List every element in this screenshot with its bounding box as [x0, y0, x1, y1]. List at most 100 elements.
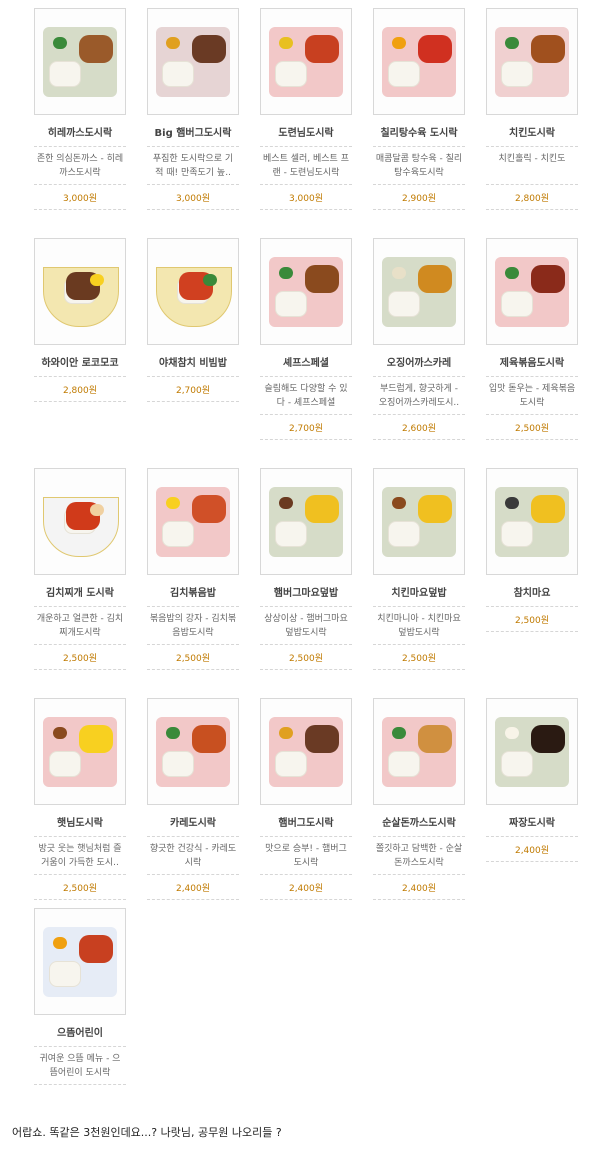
menu-item-card[interactable]: 햄버그마요덮밥 상상이상 - 햄버그마요덮밥도시락 2,500원 — [260, 468, 352, 670]
menu-item-description: 볶음밥의 강자 - 김치볶음밥도시락 — [147, 607, 239, 645]
main-dish-shape — [192, 725, 226, 753]
menu-item-price: 2,400원 — [147, 875, 239, 900]
menu-item-image[interactable] — [34, 468, 126, 575]
menu-item-card[interactable]: 도련님도시락 베스트 셀러, 베스트 프랜 - 도련님도시락 3,000원 — [260, 8, 352, 210]
food-tray-shape — [382, 27, 456, 97]
menu-item-name[interactable]: Big 햄버그도시락 — [147, 115, 239, 147]
food-tray-shape — [382, 487, 456, 557]
menu-item-image[interactable] — [486, 468, 578, 575]
menu-item-card[interactable]: 순살돈까스도시락 쫄깃하고 담백한 - 순살돈까스도시락 2,400원 — [373, 698, 465, 900]
menu-item-name[interactable]: 칠리탕수육 도시락 — [373, 115, 465, 147]
menu-item-image[interactable] — [147, 8, 239, 115]
menu-item-card[interactable]: 참치마요 2,500원 — [486, 468, 578, 632]
menu-item-name[interactable]: 치킨도시락 — [486, 115, 578, 147]
side-dish-shape — [392, 727, 406, 739]
menu-item-card[interactable]: 히레까스도시락 존한 의심돈까스 - 히레까스도시락 3,000원 — [34, 8, 126, 210]
menu-item-price: 3,000원 — [260, 185, 352, 210]
main-dish-shape — [305, 725, 339, 753]
menu-item-card[interactable]: 햇님도시락 방긋 웃는 햇님처럼 즐거움이 가득한 도시.. 2,500원 — [34, 698, 126, 900]
menu-item-card[interactable]: 치킨도시락 치킨홀릭 - 치킨도 2,800원 — [486, 8, 578, 210]
menu-item-image[interactable] — [486, 8, 578, 115]
side-dish-shape — [166, 497, 180, 509]
menu-item-card[interactable]: 오징어까스카레 부드럽게, 향긋하게 - 오징어까스카레도시.. 2,600원 — [373, 238, 465, 440]
menu-item-name[interactable]: 하와이안 로코모코 — [34, 345, 126, 377]
menu-item-name[interactable]: 햄버그도시락 — [260, 805, 352, 837]
menu-item-card[interactable]: 제육볶음도시락 입맛 돋우는 - 제육볶음도시락 2,500원 — [486, 238, 578, 440]
menu-item-image[interactable] — [34, 238, 126, 345]
menu-item-name[interactable]: 김치볶음밥 — [147, 575, 239, 607]
menu-item-card[interactable]: 하와이안 로코모코 2,800원 — [34, 238, 126, 402]
menu-item-name[interactable]: 도련님도시락 — [260, 115, 352, 147]
rice-shape — [501, 61, 533, 87]
menu-item-image[interactable] — [260, 698, 352, 805]
rice-shape — [388, 751, 420, 777]
menu-item-image[interactable] — [147, 468, 239, 575]
menu-item-image[interactable] — [147, 238, 239, 345]
menu-item-price: 3,000원 — [147, 185, 239, 210]
menu-item-name[interactable]: 치킨마요덮밥 — [373, 575, 465, 607]
main-dish-shape — [418, 265, 452, 293]
food-tray-shape — [43, 927, 117, 997]
side-dish-shape — [279, 727, 293, 739]
food-tray-shape — [382, 717, 456, 787]
menu-item-name[interactable]: 히레까스도시락 — [34, 115, 126, 147]
menu-item-description: 존한 의심돈까스 - 히레까스도시락 — [34, 147, 126, 185]
menu-item-name[interactable]: 카레도시락 — [147, 805, 239, 837]
menu-item-name[interactable]: 오징어까스카레 — [373, 345, 465, 377]
menu-item-image[interactable] — [260, 238, 352, 345]
menu-grid: 히레까스도시락 존한 의심돈까스 - 히레까스도시락 3,000원 Big 햄버그도시… — [0, 0, 600, 1100]
menu-item-card[interactable]: 셰프스페셜 슬림해도 다양할 수 있다 - 셰프스페셜 2,700원 — [260, 238, 352, 440]
menu-item-price: 2,400원 — [260, 875, 352, 900]
menu-item-card[interactable]: 카레도시락 향긋한 건강식 - 카레도시락 2,400원 — [147, 698, 239, 900]
menu-item-image[interactable] — [34, 8, 126, 115]
rice-shape — [275, 751, 307, 777]
menu-item-card[interactable]: 김치볶음밥 볶음밥의 강자 - 김치볶음밥도시락 2,500원 — [147, 468, 239, 670]
menu-item-name[interactable]: 햄버그마요덮밥 — [260, 575, 352, 607]
menu-item-description: 개운하고 얼큰한 - 김치찌개도시락 — [34, 607, 126, 645]
menu-item-name[interactable]: 으뜸어린이 — [34, 1015, 126, 1047]
menu-item-image[interactable] — [373, 698, 465, 805]
side-dish-shape — [279, 497, 293, 509]
menu-item-card[interactable]: 칠리탕수육 도시락 매콤달콤 탕수육 - 칠리탕수육도시락 2,900원 — [373, 8, 465, 210]
menu-item-price: 2,500원 — [486, 607, 578, 632]
menu-item-description: 방긋 웃는 햇님처럼 즐거움이 가득한 도시.. — [34, 837, 126, 875]
menu-item-price: 2,500원 — [147, 645, 239, 670]
menu-item-image[interactable] — [486, 698, 578, 805]
menu-item-card[interactable]: 짜장도시락 2,400원 — [486, 698, 578, 862]
side-dish-shape — [505, 267, 519, 279]
menu-item-image[interactable] — [373, 8, 465, 115]
menu-item-name[interactable]: 셰프스페셜 — [260, 345, 352, 377]
menu-item-card[interactable]: Big 햄버그도시락 푸짐한 도시락으로 기적 때! 만족도기 높.. 3,000원 — [147, 8, 239, 210]
menu-item-name[interactable]: 김치찌개 도시락 — [34, 575, 126, 607]
menu-item-card[interactable]: 치킨마요덮밥 치킨마니아 - 치킨마요덮밥도시락 2,500원 — [373, 468, 465, 670]
menu-item-card[interactable]: 김치찌개 도시락 개운하고 얼큰한 - 김치찌개도시락 2,500원 — [34, 468, 126, 670]
menu-item-card[interactable]: 야채참치 비빔밥 2,700원 — [147, 238, 239, 402]
menu-item-description: 입맛 돋우는 - 제육볶음도시락 — [486, 377, 578, 415]
menu-item-image[interactable] — [373, 468, 465, 575]
rice-shape — [162, 521, 194, 547]
menu-item-card[interactable]: 햄버그도시락 맛으로 승부! - 햄버그도시락 2,400원 — [260, 698, 352, 900]
side-dish-shape — [392, 267, 406, 279]
main-dish-shape — [305, 495, 339, 523]
menu-item-name[interactable]: 야채참치 비빔밥 — [147, 345, 239, 377]
menu-item-image[interactable] — [373, 238, 465, 345]
menu-item-price: 2,500원 — [373, 645, 465, 670]
main-dish-shape — [79, 935, 113, 963]
main-dish-shape — [418, 495, 452, 523]
menu-item-name[interactable]: 순살돈까스도시락 — [373, 805, 465, 837]
menu-item-image[interactable] — [147, 698, 239, 805]
menu-item-name[interactable]: 제육볶음도시락 — [486, 345, 578, 377]
menu-item-price: 2,400원 — [486, 837, 578, 862]
menu-item-name[interactable]: 짜장도시락 — [486, 805, 578, 837]
food-tray-shape — [156, 717, 230, 787]
menu-item-card[interactable]: 으뜸어린이 귀여운 으뜸 메뉴 - 으뜸어린이 도시락 — [34, 908, 126, 1085]
menu-item-image[interactable] — [260, 468, 352, 575]
menu-item-name[interactable]: 햇님도시락 — [34, 805, 126, 837]
menu-item-price: 2,400원 — [373, 875, 465, 900]
menu-item-image[interactable] — [260, 8, 352, 115]
menu-item-image[interactable] — [34, 698, 126, 805]
menu-item-image[interactable] — [34, 908, 126, 1015]
side-dish-shape — [53, 37, 67, 49]
menu-item-image[interactable] — [486, 238, 578, 345]
menu-item-name[interactable]: 참치마요 — [486, 575, 578, 607]
